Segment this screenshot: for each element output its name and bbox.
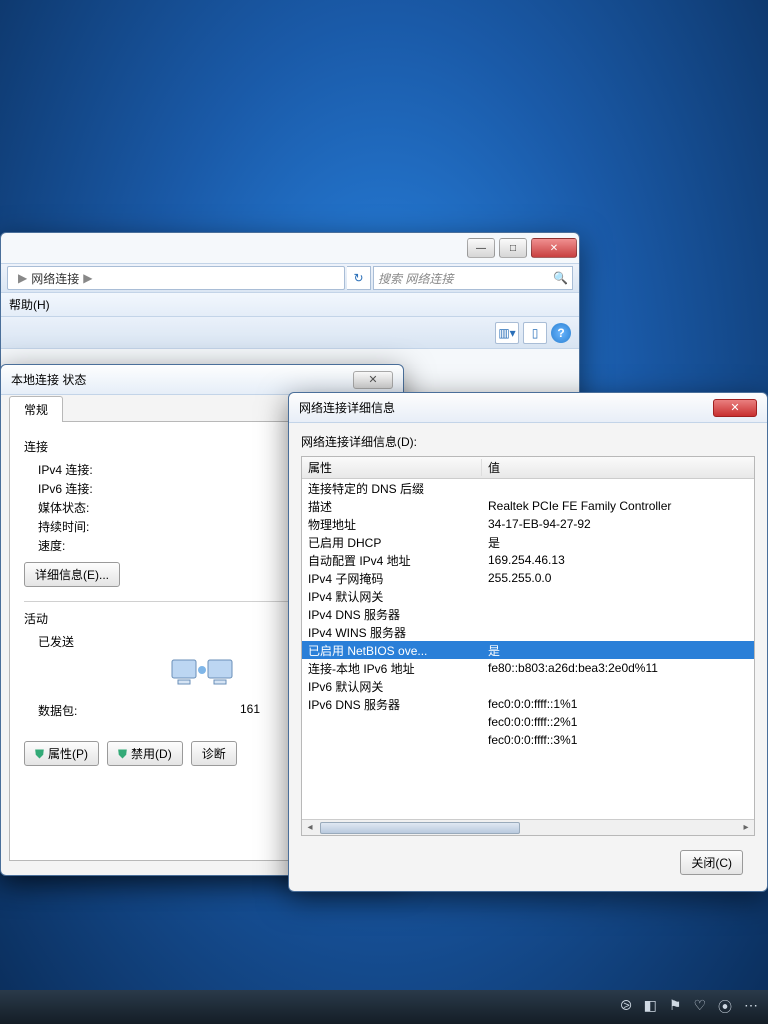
packets-label: 数据包:: [24, 702, 124, 719]
scroll-right-icon[interactable]: ▸: [738, 822, 754, 833]
list-cell-property: 连接特定的 DNS 后缀: [302, 480, 482, 497]
maximize-button[interactable]: □: [499, 238, 527, 258]
shield-icon: ⛊: [118, 747, 127, 761]
list-cell-property: IPv6 默认网关: [302, 678, 482, 695]
properties-button[interactable]: ⛊属性(P): [24, 741, 99, 766]
tray-icon[interactable]: ⚑: [669, 997, 682, 1017]
taskbar: ⧁ ◧ ⚑ ♡ ⦿ ⋯: [0, 990, 768, 1024]
explorer-toolbar: ▥▾ ▯ ?: [1, 317, 579, 349]
list-cell-property: IPv6 DNS 服务器: [302, 696, 482, 713]
refresh-button[interactable]: ↻: [347, 266, 371, 290]
tray-icon[interactable]: ⋯: [744, 997, 758, 1017]
tab-general[interactable]: 常规: [9, 396, 63, 422]
minimize-button[interactable]: —: [467, 238, 495, 258]
explorer-menubar: 帮助(H): [1, 293, 579, 317]
help-icon[interactable]: ?: [551, 323, 571, 343]
list-cell-value: 是: [482, 642, 754, 659]
diagnose-button[interactable]: 诊断: [191, 741, 237, 766]
list-row[interactable]: 自动配置 IPv4 地址169.254.46.13: [302, 551, 754, 569]
close-details-button[interactable]: 关闭(C): [680, 850, 743, 875]
tray-icon[interactable]: ⦿: [718, 997, 732, 1017]
list-cell-value: fec0:0:0:ffff::1%1: [482, 697, 754, 711]
list-row[interactable]: 已启用 NetBIOS ove...是: [302, 641, 754, 659]
list-cell-value: 255.255.0.0: [482, 571, 754, 585]
list-cell-value: Realtek PCIe FE Family Controller: [482, 499, 754, 513]
list-row[interactable]: IPv4 子网掩码255.255.0.0: [302, 569, 754, 587]
list-cell-property: 已启用 DHCP: [302, 534, 482, 551]
tray-icon[interactable]: ♡: [693, 997, 706, 1017]
list-row[interactable]: IPv6 默认网关: [302, 677, 754, 695]
horizontal-scrollbar[interactable]: ◂ ▸: [302, 819, 754, 835]
col-property[interactable]: 属性: [302, 459, 482, 476]
list-cell-property: 连接-本地 IPv6 地址: [302, 660, 482, 677]
col-value[interactable]: 值: [482, 459, 754, 476]
details-button[interactable]: 详细信息(E)...: [24, 562, 120, 587]
disable-button[interactable]: ⛊禁用(D): [107, 741, 183, 766]
connection-details-dialog: 网络连接详细信息 ✕ 网络连接详细信息(D): 属性 值 连接特定的 DNS 后…: [288, 392, 768, 892]
list-cell-property: 物理地址: [302, 516, 482, 533]
dialog-title: 网络连接详细信息: [299, 399, 395, 416]
close-button[interactable]: ✕: [713, 399, 757, 417]
list-cell-property: 已启用 NetBIOS ove...: [302, 642, 482, 659]
dialog-titlebar: 网络连接详细信息 ✕: [289, 393, 767, 423]
list-row[interactable]: 连接-本地 IPv6 地址fe80::b803:a26d:bea3:2e0d%1…: [302, 659, 754, 677]
dialog-title: 本地连接 状态: [11, 371, 86, 388]
explorer-navbar: ▶ 网络连接 ▶ ↻ 搜索 网络连接 🔍: [1, 263, 579, 293]
list-row[interactable]: 已启用 DHCP是: [302, 533, 754, 551]
search-placeholder: 搜索 网络连接: [378, 270, 453, 287]
list-cell-value: fe80::b803:a26d:bea3:2e0d%11: [482, 661, 754, 675]
list-cell-value: 34-17-EB-94-27-92: [482, 517, 754, 531]
details-body: 网络连接详细信息(D): 属性 值 连接特定的 DNS 后缀描述Realtek …: [289, 423, 767, 891]
status-row-key: 速度:: [24, 537, 124, 554]
status-row-key: 持续时间:: [24, 518, 124, 535]
list-cell-property: IPv4 DNS 服务器: [302, 606, 482, 623]
list-row[interactable]: IPv4 默认网关: [302, 587, 754, 605]
list-row[interactable]: 物理地址34-17-EB-94-27-92: [302, 515, 754, 533]
status-row-key: IPv4 连接:: [24, 461, 124, 478]
breadcrumb-item[interactable]: 网络连接: [31, 270, 79, 287]
list-row[interactable]: fec0:0:0:ffff::3%1: [302, 731, 754, 749]
scrollbar-thumb[interactable]: [320, 822, 520, 834]
list-cell-property: IPv4 WINS 服务器: [302, 624, 482, 641]
list-row[interactable]: 连接特定的 DNS 后缀: [302, 479, 754, 497]
list-row[interactable]: IPv6 DNS 服务器fec0:0:0:ffff::1%1: [302, 695, 754, 713]
activity-computers-icon: [170, 654, 234, 698]
list-cell-property: 描述: [302, 498, 482, 515]
list-row[interactable]: fec0:0:0:ffff::2%1: [302, 713, 754, 731]
list-cell-value: fec0:0:0:ffff::2%1: [482, 715, 754, 729]
view-options-button[interactable]: ▥▾: [495, 322, 519, 344]
breadcrumb[interactable]: ▶ 网络连接 ▶: [7, 266, 345, 290]
sent-label: 已发送: [24, 633, 124, 650]
scroll-left-icon[interactable]: ◂: [302, 822, 318, 833]
close-button[interactable]: ✕: [353, 371, 393, 389]
details-listview[interactable]: 属性 值 连接特定的 DNS 后缀描述Realtek PCIe FE Famil…: [301, 456, 755, 836]
list-cell-property: 自动配置 IPv4 地址: [302, 552, 482, 569]
status-row-key: 媒体状态:: [24, 499, 124, 516]
shield-icon: ⛊: [35, 747, 44, 761]
chevron-right-icon: ▶: [18, 271, 27, 285]
list-row[interactable]: IPv4 WINS 服务器: [302, 623, 754, 641]
explorer-titlebar: — □ ✕: [1, 233, 579, 263]
tray-icon[interactable]: ⧁: [620, 997, 631, 1017]
search-icon[interactable]: 🔍: [553, 271, 568, 285]
close-button[interactable]: ✕: [531, 238, 577, 258]
status-row-key: IPv6 连接:: [24, 480, 124, 497]
system-tray: ⧁ ◧ ⚑ ♡ ⦿ ⋯: [620, 997, 758, 1017]
list-row[interactable]: IPv4 DNS 服务器: [302, 605, 754, 623]
list-header: 属性 值: [302, 457, 754, 479]
tray-icon[interactable]: ◧: [644, 997, 657, 1017]
search-input[interactable]: 搜索 网络连接 🔍: [373, 266, 573, 290]
list-cell-value: 是: [482, 534, 754, 551]
list-cell-value: 169.254.46.13: [482, 553, 754, 567]
list-row[interactable]: 描述Realtek PCIe FE Family Controller: [302, 497, 754, 515]
details-list-label: 网络连接详细信息(D):: [301, 433, 755, 450]
menu-help[interactable]: 帮助(H): [9, 296, 50, 313]
chevron-right-icon: ▶: [83, 271, 92, 285]
list-cell-value: fec0:0:0:ffff::3%1: [482, 733, 754, 747]
list-cell-property: IPv4 子网掩码: [302, 570, 482, 587]
dialog-titlebar: 本地连接 状态 ✕: [1, 365, 403, 395]
list-cell-property: IPv4 默认网关: [302, 588, 482, 605]
preview-pane-button[interactable]: ▯: [523, 322, 547, 344]
